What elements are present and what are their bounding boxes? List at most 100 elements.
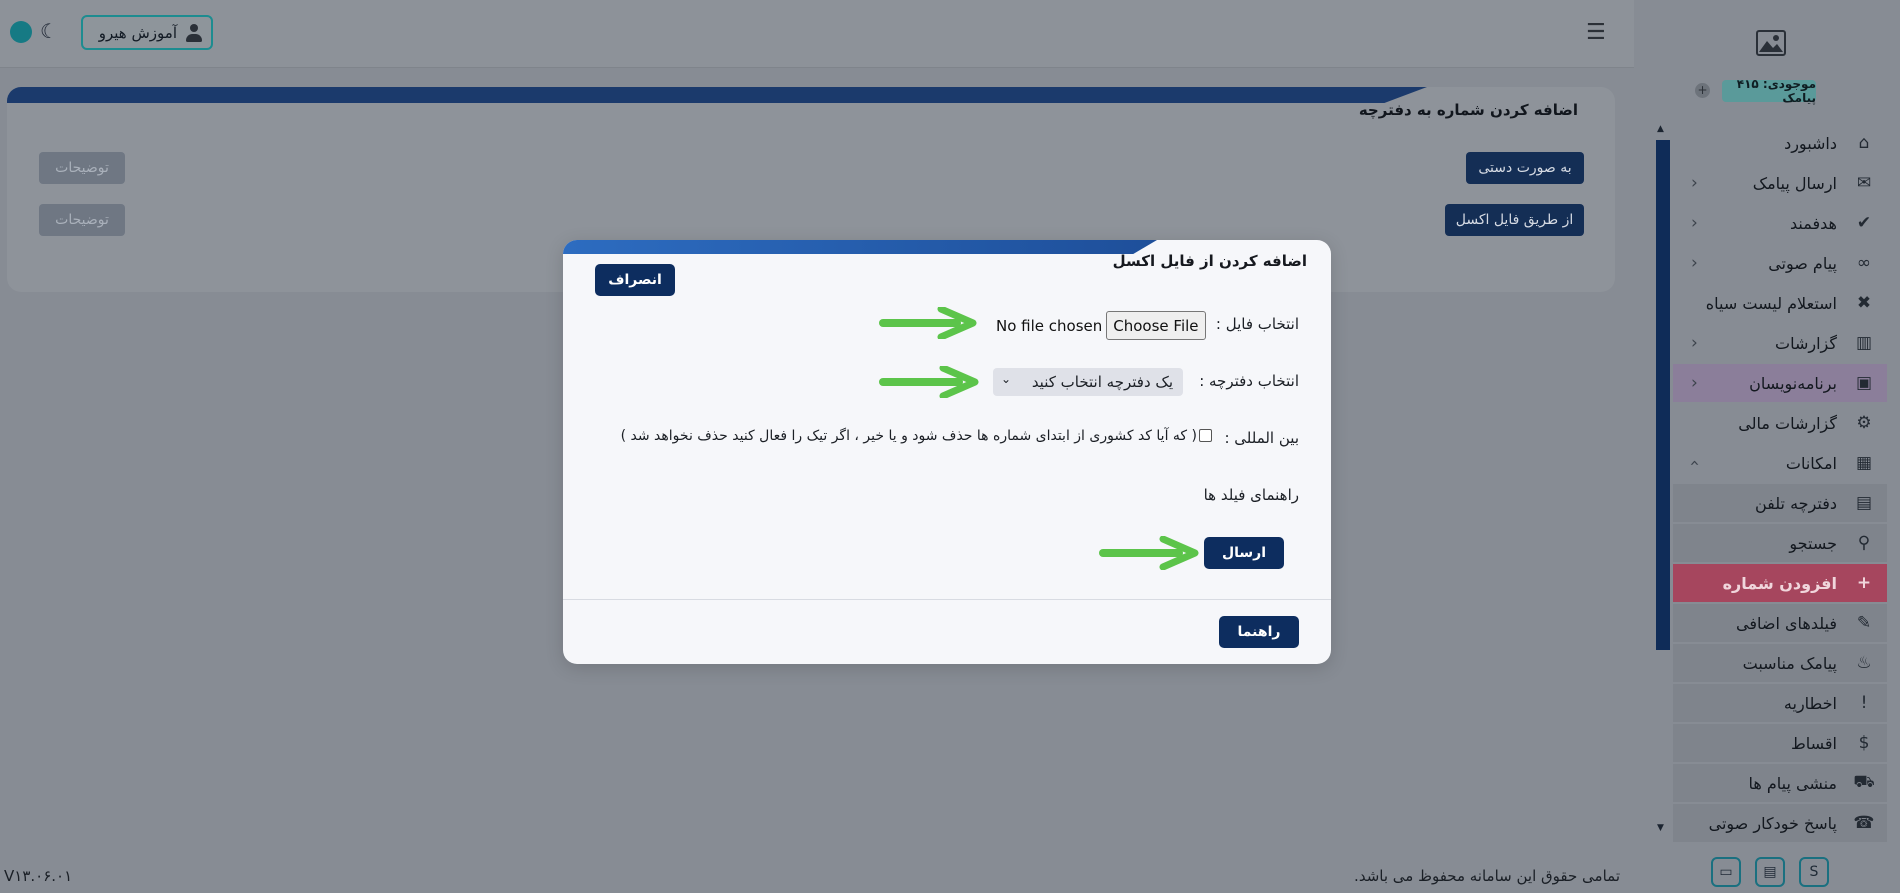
modal-divider	[563, 599, 1331, 600]
sidebar-item-phonebook[interactable]: ▤ دفترچه تلفن	[1673, 484, 1887, 522]
green-arrow-icon	[879, 307, 977, 339]
id-card-icon[interactable]: ▤	[1755, 857, 1785, 887]
sidebar-item-voice-message[interactable]: ∞ پیام صوتی ‹	[1673, 244, 1887, 282]
top-bar	[0, 0, 1634, 68]
green-arrow-icon	[1099, 536, 1199, 570]
sidebar-item-reports[interactable]: ▥ گزارشات ‹	[1673, 324, 1887, 362]
phonebook-select-value: یک دفترچه انتخاب کنید	[1031, 373, 1173, 391]
chevron-down-icon: ‹	[1684, 459, 1705, 467]
sidebar-item-label: داشبورد	[1784, 133, 1837, 153]
file-label: انتخاب فایل :	[1215, 315, 1299, 333]
sidebar-item-label: جستجو	[1789, 533, 1837, 553]
scroll-down-icon[interactable]: ▼	[1657, 823, 1664, 833]
sidebar-item-features[interactable]: ▦ امکانات ‹	[1673, 444, 1887, 482]
sidebar-item-targeted[interactable]: ✔ هدفمند ‹	[1673, 204, 1887, 242]
menu-icon[interactable]: ☰	[1586, 21, 1606, 45]
installments-icon: $	[1858, 733, 1870, 753]
chevron-left-icon: ‹	[1691, 373, 1698, 393]
add-user-icon: +	[1856, 573, 1872, 593]
send-button[interactable]: ارسال	[1204, 537, 1284, 569]
version-label: V۱۳.۰۶.۰۱	[4, 867, 73, 885]
sidebar-item-label: دفترچه تلفن	[1754, 493, 1837, 513]
sidebar-item-search[interactable]: ⚲ جستجو	[1673, 524, 1887, 562]
sidebar-item-label: استعلام لیست سیاه	[1705, 293, 1837, 313]
green-arrow-icon	[879, 366, 979, 398]
skype-icon[interactable]: S	[1799, 857, 1829, 887]
scroll-up-icon[interactable]: ▲	[1657, 124, 1664, 134]
sms-icon: ✉	[1856, 173, 1872, 193]
sidebar-item-label: اقساط	[1790, 733, 1837, 753]
modal-header-stripe	[563, 240, 1157, 254]
features-icon: ▦	[1855, 453, 1873, 473]
reports-icon: ▥	[1855, 333, 1873, 353]
blacklist-icon: ✖	[1856, 293, 1872, 313]
sidebar-item-label: گزارشات مالی	[1738, 413, 1837, 433]
sidebar-item-label: منشی پیام ها	[1748, 773, 1837, 793]
chevron-left-icon: ‹	[1691, 173, 1698, 193]
chevron-left-icon: ‹	[1691, 213, 1698, 233]
sidebar-item-notice[interactable]: ! اخطاریه	[1673, 684, 1887, 722]
sidebar-item-add-number[interactable]: + افزودن شماره	[1673, 564, 1887, 602]
sidebar-item-message-secretary[interactable]: ⛟ منشی پیام ها	[1673, 764, 1887, 802]
sidebar-item-auto-voice-reply[interactable]: ☎ پاسخ خودکار صوتی	[1673, 804, 1887, 842]
sidebar-item-label: افزودن شماره	[1722, 573, 1837, 593]
description-button-manual[interactable]: توضیحات	[39, 152, 125, 184]
dark-mode-icon[interactable]: ☾	[40, 20, 58, 42]
sms-balance-badge: موجودی: ۴۱۵ پیامک	[1722, 77, 1816, 105]
excel-import-modal: اضافه کردن از فایل اکسل انصراف انتخاب فا…	[563, 240, 1331, 664]
theme-color-dot[interactable]	[10, 21, 32, 43]
sidebar-item-label: هدفمند	[1790, 213, 1837, 233]
sidebar-item-label: پیام صوتی	[1768, 253, 1837, 273]
user-search-icon: ⚲	[1857, 533, 1871, 553]
choose-file-button[interactable]: Choose File	[1106, 311, 1206, 340]
excel-import-button[interactable]: از طریق فایل اکسل	[1445, 204, 1584, 236]
card-header-stripe	[7, 87, 1427, 103]
add-credit-icon[interactable]: +	[1695, 83, 1710, 98]
sidebar-item-blacklist[interactable]: ✖ استعلام لیست سیاه	[1673, 284, 1887, 322]
sidebar-scrollbar[interactable]	[1656, 140, 1670, 650]
manual-entry-button[interactable]: به صورت دستی	[1466, 152, 1584, 184]
international-checkbox[interactable]	[1199, 429, 1212, 442]
copyright-text: تمامی حقوق این سامانه محفوظ می باشد.	[1354, 867, 1620, 885]
hero-tutorial-label: آموزش هیرو	[98, 23, 177, 42]
international-label: بین المللی :	[1224, 429, 1299, 447]
financial-reports-icon: ⚙	[1856, 413, 1872, 433]
cake-icon: ♨	[1856, 653, 1872, 673]
file-input[interactable]: No file chosen Choose File	[996, 311, 1206, 340]
sidebar-item-label: امکانات	[1785, 453, 1837, 473]
fields-guide-label: راهنمای فیلد ها	[1203, 486, 1299, 504]
user-icon	[185, 23, 203, 42]
home-icon: ⌂	[1858, 133, 1870, 153]
chevron-down-icon: ⌄	[1001, 372, 1012, 386]
sidebar-item-dashboard[interactable]: ⌂ داشبورد	[1673, 124, 1887, 162]
sidebar-item-label: گزارشات	[1775, 333, 1837, 353]
sidebar-item-label: پیامک مناسبت	[1742, 653, 1837, 673]
file-status: No file chosen	[996, 316, 1103, 335]
sidebar-item-developers[interactable]: ▣ برنامه‌نویسان ‹	[1673, 364, 1887, 402]
sidebar-item-financial-reports[interactable]: ⚙ گزارشات مالی	[1673, 404, 1887, 442]
phonebook-icon: ▤	[1855, 493, 1873, 513]
sidebar-item-label: پاسخ خودکار صوتی	[1708, 813, 1837, 833]
description-button-excel[interactable]: توضیحات	[39, 204, 125, 236]
phonebook-select[interactable]: یک دفترچه انتخاب کنید ⌄	[993, 368, 1183, 396]
browser-window-icon[interactable]: ▭	[1711, 857, 1741, 887]
guide-button[interactable]: راهنما	[1219, 616, 1299, 648]
developers-icon: ▣	[1855, 373, 1873, 393]
hero-tutorial-button[interactable]: آموزش هیرو	[81, 15, 213, 50]
card-title: اضافه کردن شماره به دفترچه	[1358, 101, 1578, 119]
international-hint: ( که آیا کد کشوری از ابتدای شماره ها حذف…	[620, 428, 1197, 444]
cancel-button[interactable]: انصراف	[595, 264, 675, 296]
sidebar-item-installments[interactable]: $ اقساط	[1673, 724, 1887, 762]
sidebar-item-send-sms[interactable]: ✉ ارسال پیامک ‹	[1673, 164, 1887, 202]
edit-fields-icon: ✎	[1856, 613, 1872, 633]
chevron-left-icon: ‹	[1691, 253, 1698, 273]
target-message-icon: ✔	[1856, 213, 1872, 233]
message-secretary-icon: ⛟	[1853, 772, 1875, 792]
modal-title: اضافه کردن از فایل اکسل	[1112, 252, 1307, 270]
sidebar-item-label: اخطاریه	[1783, 693, 1837, 713]
logo-image-icon	[1756, 30, 1786, 56]
sidebar-item-occasion-sms[interactable]: ♨ پیامک مناسبت	[1673, 644, 1887, 682]
sidebar-item-label: برنامه‌نویسان	[1749, 373, 1837, 393]
sidebar-item-extra-fields[interactable]: ✎ فیلدهای اضافی	[1673, 604, 1887, 642]
phonebook-label: انتخاب دفترچه :	[1199, 372, 1299, 390]
